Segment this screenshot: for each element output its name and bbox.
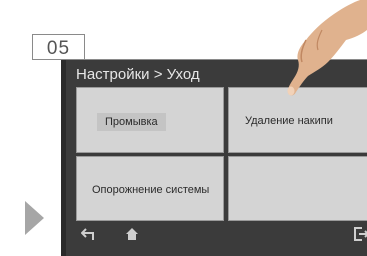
home-icon[interactable]	[125, 227, 139, 245]
tile-flush[interactable]: Промывка	[76, 87, 224, 153]
breadcrumb: Настройки > Уход	[76, 66, 200, 83]
tile-empty[interactable]	[228, 156, 367, 221]
tile-drain-system-label: Опорожнение системы	[92, 184, 210, 196]
tile-descaling-label: Удаление накипи	[245, 115, 333, 127]
tile-drain-system[interactable]: Опорожнение системы	[76, 156, 224, 221]
back-arrow-icon[interactable]	[80, 227, 97, 245]
pointing-hand-icon	[287, 0, 367, 96]
step-number: 05	[32, 34, 85, 60]
pointer-arrow-icon	[25, 201, 44, 235]
tile-flush-label: Промывка	[97, 113, 166, 131]
exit-icon[interactable]	[353, 227, 367, 245]
